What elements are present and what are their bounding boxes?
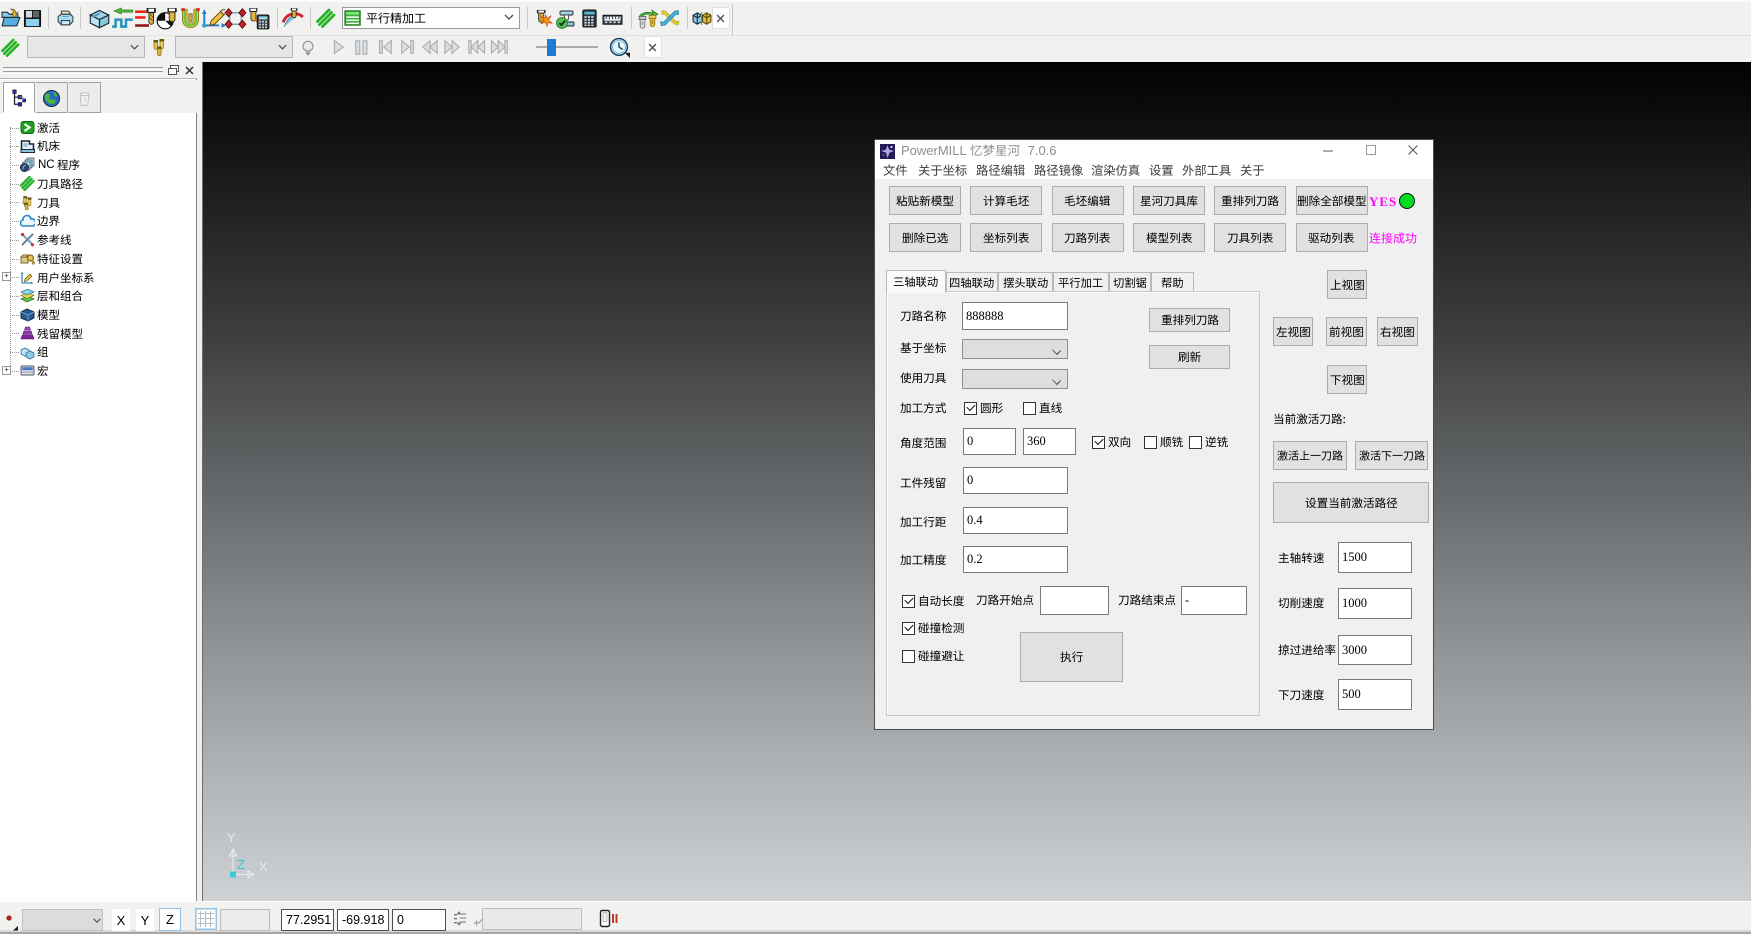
svg-text:X: X (259, 859, 268, 874)
svg-text:Y: Y (227, 830, 236, 845)
svg-text:Z: Z (237, 857, 245, 872)
